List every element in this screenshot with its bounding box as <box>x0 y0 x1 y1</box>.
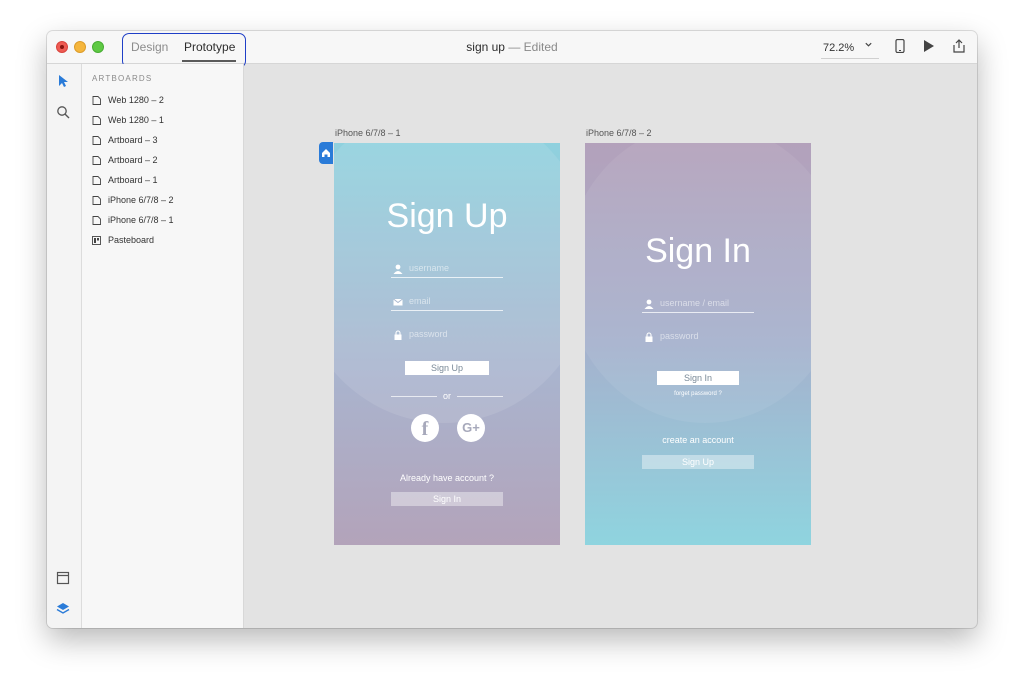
zoom-underline <box>821 58 879 59</box>
layer-item-label: Web 1280 – 2 <box>108 95 164 105</box>
play-icon[interactable] <box>923 39 935 58</box>
layer-item[interactable]: Web 1280 – 1 <box>92 113 164 127</box>
app-window: Design Prototype sign up — Edited 72.2% <box>47 31 977 628</box>
signin-button[interactable]: Sign In <box>657 371 739 385</box>
layer-item-label: Artboard – 1 <box>108 175 158 185</box>
signup-button[interactable]: Sign Up <box>642 455 754 469</box>
artboard-icon <box>92 155 101 165</box>
document-separator: — <box>508 40 521 54</box>
assets-panel-icon[interactable] <box>56 571 70 590</box>
divider <box>391 396 437 397</box>
panel-header: ARTBOARDS <box>92 74 153 83</box>
username-email-placeholder: username / email <box>660 298 730 308</box>
search-icon[interactable] <box>56 105 70 124</box>
user-icon <box>393 264 403 274</box>
username-placeholder: username <box>409 263 450 273</box>
google-plus-icon: G+ <box>462 420 480 435</box>
artboard-signin[interactable]: Sign In username / email password Sign I… <box>585 143 811 545</box>
pasteboard-icon <box>92 235 101 245</box>
lock-icon <box>394 330 402 340</box>
artboard-icon <box>92 175 101 185</box>
layer-item-label: Artboard – 3 <box>108 135 158 145</box>
artboard-icon <box>92 195 101 205</box>
email-placeholder: email <box>409 296 431 306</box>
password-placeholder: password <box>660 331 699 341</box>
document-name: sign up <box>466 40 505 54</box>
layer-item-label: Pasteboard <box>108 235 155 245</box>
artboard-label[interactable]: iPhone 6/7/8 – 1 <box>335 128 401 138</box>
artboard-icon <box>92 95 101 105</box>
layer-item-label: iPhone 6/7/8 – 1 <box>108 215 174 225</box>
layer-item-label: Artboard – 2 <box>108 155 158 165</box>
lock-icon <box>645 332 653 342</box>
google-plus-button[interactable]: G+ <box>457 414 485 442</box>
layer-item-label: Web 1280 – 1 <box>108 115 164 125</box>
signup-button[interactable]: Sign Up <box>405 361 489 375</box>
layer-item[interactable]: Web 1280 – 2 <box>92 93 164 107</box>
layer-item-label: iPhone 6/7/8 – 2 <box>108 195 174 205</box>
share-icon[interactable] <box>952 39 966 58</box>
already-account-text: Already have account ? <box>399 473 495 483</box>
tool-rail <box>47 64 82 628</box>
divider <box>457 396 503 397</box>
username-field[interactable]: username <box>391 261 503 278</box>
artboard-signup[interactable]: Sign Up username email password Sign Up … <box>334 143 560 545</box>
title-bar: Design Prototype sign up — Edited 72.2% <box>47 31 977 68</box>
layer-item[interactable]: Artboard – 3 <box>92 133 158 147</box>
artboard-icon <box>92 215 101 225</box>
facebook-button[interactable]: f <box>411 414 439 442</box>
select-tool-icon[interactable] <box>56 74 70 93</box>
decor-circle <box>334 143 560 423</box>
email-field[interactable]: email <box>391 294 503 311</box>
layer-item[interactable]: Artboard – 2 <box>92 153 158 167</box>
layers-panel: ARTBOARDS Web 1280 – 2 Web 1280 – 1 Artb… <box>82 64 244 628</box>
layers-icon[interactable] <box>56 602 70 621</box>
user-icon <box>644 299 654 309</box>
zoom-level[interactable]: 72.2% <box>823 42 854 54</box>
or-text: or <box>443 391 452 401</box>
layer-item[interactable]: Pasteboard <box>92 233 154 247</box>
signup-title: Sign Up <box>386 197 508 235</box>
signin-title: Sign In <box>645 232 751 270</box>
password-placeholder: password <box>409 329 448 339</box>
layer-item[interactable]: iPhone 6/7/8 – 1 <box>92 213 174 227</box>
home-icon <box>322 149 330 157</box>
create-account-text: create an account <box>662 435 734 445</box>
chevron-down-icon[interactable] <box>864 40 873 52</box>
document-status: Edited <box>523 40 558 54</box>
facebook-icon: f <box>421 418 429 440</box>
device-preview-icon[interactable] <box>895 38 905 58</box>
signin-button[interactable]: Sign In <box>391 492 503 506</box>
layer-item[interactable]: iPhone 6/7/8 – 2 <box>92 193 174 207</box>
home-artboard-badge[interactable] <box>319 142 333 164</box>
forgot-password-link[interactable]: forget password ? <box>585 391 811 397</box>
password-field[interactable]: password <box>642 329 754 345</box>
artboard-icon <box>92 115 101 125</box>
password-field[interactable]: password <box>391 327 503 343</box>
artboard-icon <box>92 135 101 145</box>
mail-icon <box>393 298 403 306</box>
layer-item[interactable]: Artboard – 1 <box>92 173 158 187</box>
username-email-field[interactable]: username / email <box>642 296 754 313</box>
artboard-label[interactable]: iPhone 6/7/8 – 2 <box>586 128 652 138</box>
